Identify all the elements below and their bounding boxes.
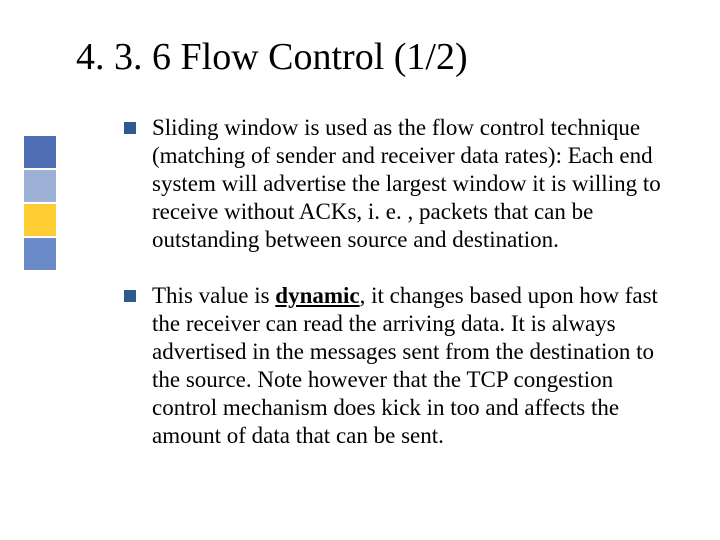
square-bullet-icon [124, 122, 136, 134]
slide: 4. 3. 6 Flow Control (1/2) Sliding windo… [0, 0, 720, 540]
deco-square [24, 170, 56, 202]
slide-title: 4. 3. 6 Flow Control (1/2) [76, 36, 680, 80]
deco-square [24, 238, 56, 270]
decorative-squares [24, 136, 56, 272]
bullet-item: Sliding window is used as the flow contr… [124, 114, 672, 254]
slide-body: Sliding window is used as the flow contr… [124, 114, 672, 451]
square-bullet-icon [124, 290, 136, 302]
bullet-text: This value is [152, 283, 275, 308]
bullet-emph: dynamic [275, 283, 359, 308]
bullet-item: This value is dynamic, it changes based … [124, 282, 672, 450]
deco-square [24, 136, 56, 168]
bullet-text: Sliding window is used as the flow contr… [152, 115, 661, 252]
deco-square [24, 204, 56, 236]
